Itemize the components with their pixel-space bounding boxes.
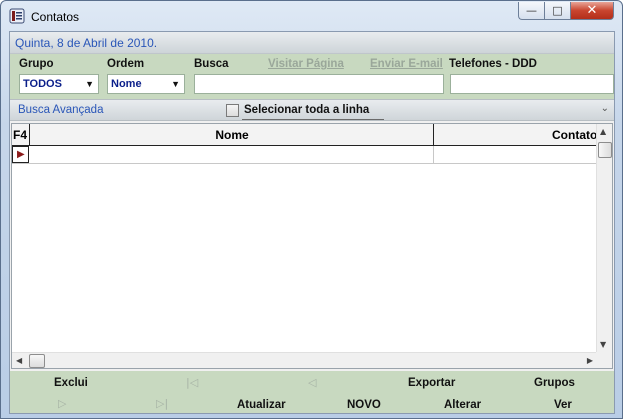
first-record-icon[interactable]: |◁ bbox=[186, 376, 198, 389]
chevron-down-icon: ▼ bbox=[85, 79, 94, 89]
current-date: Quinta, 8 de Abril de 2010. bbox=[15, 36, 158, 50]
grupos-button[interactable]: Grupos bbox=[534, 377, 575, 389]
ordem-combo[interactable]: Nome ▼ bbox=[107, 74, 185, 94]
busca-input[interactable] bbox=[194, 74, 444, 94]
alterar-button[interactable]: Alterar bbox=[444, 399, 481, 411]
contatos-window: Contatos — □ ✕ Quinta, 8 de Abril de 201… bbox=[0, 0, 623, 419]
novo-button[interactable]: NOVO bbox=[347, 399, 381, 411]
double-chevron-down-icon[interactable]: ⌄ bbox=[601, 103, 609, 114]
scroll-corner bbox=[596, 352, 612, 368]
select-row-checkbox[interactable] bbox=[226, 104, 239, 117]
advanced-search-bar: Busca Avançada Selecionar toda a linha ⌄ bbox=[10, 99, 614, 121]
scroll-left-icon[interactable]: ◀ bbox=[16, 356, 22, 365]
advanced-search-link[interactable]: Busca Avançada bbox=[18, 104, 103, 116]
close-button[interactable]: ✕ bbox=[570, 2, 614, 20]
scroll-up-icon[interactable]: ▲ bbox=[600, 127, 606, 136]
previous-record-icon[interactable]: ◁ bbox=[308, 376, 316, 389]
date-bar: Quinta, 8 de Abril de 2010. bbox=[10, 32, 614, 54]
exportar-button[interactable]: Exportar bbox=[408, 377, 455, 389]
chevron-down-icon: ▼ bbox=[171, 79, 180, 89]
select-row-underline bbox=[242, 119, 384, 120]
grupo-combo[interactable]: TODOS ▼ bbox=[19, 74, 99, 94]
horizontal-scrollbar[interactable]: ◀ ▶ bbox=[12, 352, 597, 368]
ordem-label: Ordem bbox=[107, 58, 145, 70]
bottom-toolbar: Exclui |◁ ◁ Exportar Grupos ▷ ▷| Atualiz… bbox=[10, 371, 614, 413]
telefones-label: Telefones - DDD bbox=[449, 58, 537, 70]
window-title: Contatos bbox=[31, 10, 80, 24]
cell-contato[interactable] bbox=[434, 146, 597, 163]
grupo-label: Grupo bbox=[19, 58, 54, 70]
telefones-input[interactable] bbox=[450, 74, 614, 94]
scroll-down-icon[interactable]: ▼ bbox=[600, 340, 606, 349]
title-bar[interactable]: Contatos — □ ✕ bbox=[1, 1, 622, 31]
column-header-contato[interactable]: Contato bbox=[434, 124, 597, 146]
contacts-grid[interactable]: F4 Nome Contato ▶ ▲ ▼ ◀ ▶ bbox=[11, 123, 613, 369]
minimize-button[interactable]: — bbox=[518, 2, 544, 20]
next-record-icon[interactable]: ▷ bbox=[58, 397, 66, 410]
window-controls: — □ ✕ bbox=[518, 2, 614, 20]
last-record-icon[interactable]: ▷| bbox=[156, 397, 168, 410]
visitar-pagina-link[interactable]: Visitar Página bbox=[268, 58, 344, 70]
current-row-indicator-icon: ▶ bbox=[17, 149, 25, 160]
grid-header: F4 Nome Contato bbox=[12, 124, 597, 146]
filter-bar: Grupo TODOS ▼ Ordem Nome ▼ Busca Visitar… bbox=[10, 54, 614, 99]
client-area: Quinta, 8 de Abril de 2010. Grupo TODOS … bbox=[9, 31, 615, 414]
maximize-button[interactable]: □ bbox=[544, 2, 570, 20]
horizontal-scroll-thumb[interactable] bbox=[29, 354, 45, 368]
vertical-scrollbar[interactable]: ▲ ▼ bbox=[596, 124, 612, 352]
vertical-scroll-thumb[interactable] bbox=[598, 142, 612, 158]
exclui-button[interactable]: Exclui bbox=[54, 377, 88, 389]
enviar-email-link[interactable]: Enviar E-mail bbox=[370, 58, 443, 70]
app-icon bbox=[9, 8, 25, 24]
row-selector[interactable]: ▶ bbox=[12, 146, 29, 163]
column-header-f4[interactable]: F4 bbox=[12, 124, 30, 146]
cell-nome[interactable] bbox=[30, 146, 434, 163]
table-row[interactable]: ▶ bbox=[12, 146, 597, 164]
ver-button[interactable]: Ver bbox=[554, 399, 572, 411]
busca-label: Busca bbox=[194, 58, 229, 70]
atualizar-button[interactable]: Atualizar bbox=[237, 399, 286, 411]
ordem-value: Nome bbox=[111, 78, 142, 90]
column-header-nome[interactable]: Nome bbox=[30, 124, 434, 146]
scroll-right-icon[interactable]: ▶ bbox=[587, 356, 593, 365]
select-row-label[interactable]: Selecionar toda a linha bbox=[244, 104, 369, 116]
grupo-value: TODOS bbox=[23, 78, 62, 90]
